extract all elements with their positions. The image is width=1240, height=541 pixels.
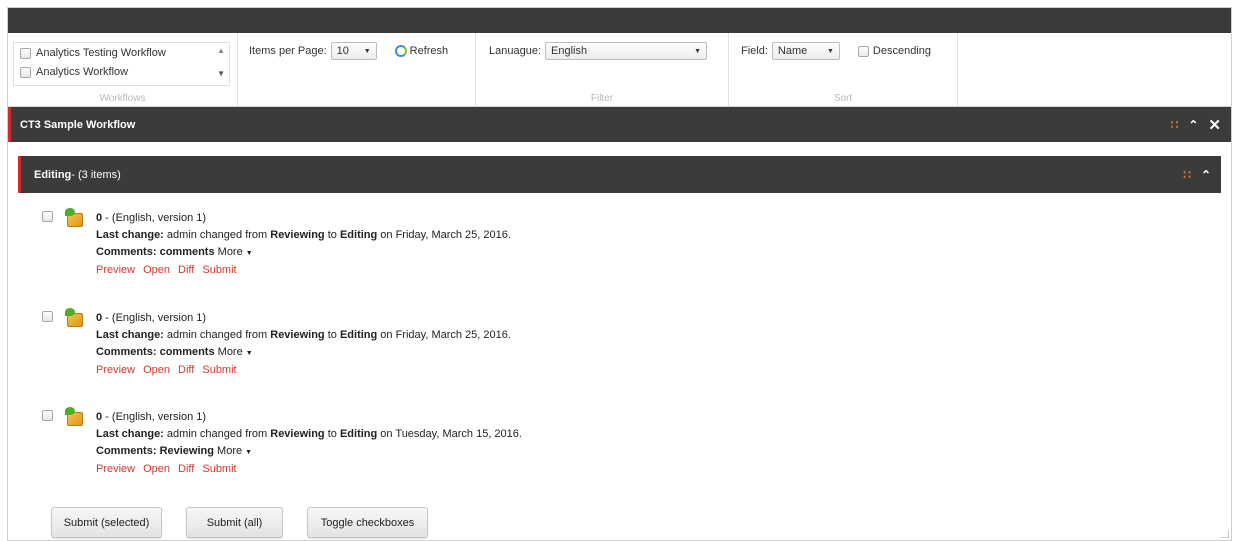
chevron-down-icon: ▼ <box>363 47 371 55</box>
item-meta: - (English, version 1) <box>102 411 207 423</box>
state-count: - (3 items) <box>71 168 121 181</box>
workflow-item[interactable]: Analytics Testing Workflow <box>14 45 229 62</box>
items-per-page-row: Items per Page: 10 ▼ Refresh <box>249 42 448 60</box>
top-bar <box>8 8 1231 33</box>
item-comments: Comments: comments More ▼ <box>96 246 253 258</box>
package-icon <box>65 208 85 228</box>
chevron-down-icon: ▼ <box>826 47 834 55</box>
open-link[interactable]: Open <box>143 364 170 376</box>
close-icon[interactable]: ✕ <box>1208 116 1221 134</box>
state-panel-controls: ∷ ⌃ <box>1183 156 1211 193</box>
state-title: Editing <box>34 168 72 181</box>
submit-link[interactable]: Submit <box>202 264 236 276</box>
rss-icon[interactable]: ∷ <box>1171 118 1179 132</box>
language-label: Lanuague: <box>489 45 541 57</box>
item-actions: Preview Open Diff Submit <box>96 262 511 279</box>
workflow-item[interactable]: Analytics Workflow <box>14 64 229 81</box>
item-last-change: Last change: admin changed from Reviewin… <box>96 329 511 341</box>
workflow-panel-controls: ∷ ⌃ ✕ <box>1171 107 1221 142</box>
state-panel-header: Editing - (3 items) ∷ ⌃ <box>18 156 1221 193</box>
sort-field-select[interactable]: Name ▼ <box>771 42 840 60</box>
paging-group: Items per Page: 10 ▼ Refresh <box>238 33 476 107</box>
diff-link[interactable]: Diff <box>178 264 194 276</box>
workflow-checkbox[interactable] <box>20 67 31 78</box>
submit-selected-button[interactable]: Submit (selected) <box>51 507 162 538</box>
sort-group: Field: Name ▼ Descending Sort <box>729 33 958 107</box>
item-title-line: 0 - (English, version 1) <box>96 210 511 227</box>
collapse-icon[interactable]: ⌃ <box>1188 118 1198 132</box>
preview-link[interactable]: Preview <box>96 463 135 475</box>
workflows-caption: Workflows <box>99 93 146 104</box>
caret-down-icon: ▼ <box>245 449 253 456</box>
more-link[interactable]: More ▼ <box>218 246 253 258</box>
chevron-down-icon: ▼ <box>694 47 701 55</box>
more-link[interactable]: More ▼ <box>217 445 252 457</box>
rss-icon[interactable]: ∷ <box>1183 168 1191 182</box>
items-per-page-value: 10 <box>336 45 349 57</box>
toggle-checkboxes-button[interactable]: Toggle checkboxes <box>307 507 428 538</box>
items-per-page-select[interactable]: 10 ▼ <box>330 42 377 60</box>
refresh-label: Refresh <box>409 45 449 57</box>
item-last-change: Last change: admin changed from Reviewin… <box>96 229 511 241</box>
item-comments: Comments: Reviewing More ▼ <box>96 445 253 457</box>
scroll-down-icon[interactable]: ▼ <box>217 69 225 78</box>
workflow-item-label: Analytics Testing Workflow <box>36 47 166 59</box>
item-checkbox[interactable] <box>42 311 53 322</box>
item-checkbox[interactable] <box>42 410 53 421</box>
item-checkbox[interactable] <box>42 211 53 222</box>
item-body: 0 - (English, version 1) Last change: ad… <box>96 409 522 478</box>
workflows-list[interactable]: Analytics Testing Workflow Analytics Wor… <box>13 42 230 86</box>
open-link[interactable]: Open <box>143 463 170 475</box>
preview-link[interactable]: Preview <box>96 264 135 276</box>
sort-field-row: Field: Name ▼ Descending <box>741 42 931 60</box>
item-meta: - (English, version 1) <box>102 212 207 224</box>
diff-link[interactable]: Diff <box>178 463 194 475</box>
workflow-panel-title: CT3 Sample Workflow <box>20 118 136 131</box>
package-icon <box>65 407 85 427</box>
language-value: English <box>551 45 588 57</box>
item-actions: Preview Open Diff Submit <box>96 461 522 478</box>
workflow-item-label: Analytics Workflow <box>36 66 129 78</box>
item-title-line: 0 - (English, version 1) <box>96 310 511 327</box>
open-link[interactable]: Open <box>143 264 170 276</box>
language-row: Lanuague: English ▼ <box>489 42 707 60</box>
sort-field-value: Name <box>777 45 808 57</box>
items-per-page-label: Items per Page: <box>249 45 327 57</box>
refresh-button[interactable]: Refresh <box>394 45 449 57</box>
workbox-window: Analytics Testing Workflow Analytics Wor… <box>7 7 1232 541</box>
descending-label: Descending <box>872 45 931 57</box>
workflow-checkbox[interactable] <box>20 48 31 59</box>
descending-checkbox[interactable] <box>857 45 869 57</box>
item-actions: Preview Open Diff Submit <box>96 362 511 379</box>
workflow-panel-header: CT3 Sample Workflow ∷ ⌃ ✕ <box>8 107 1231 142</box>
caret-down-icon: ▼ <box>245 250 253 257</box>
scroll-up-icon[interactable]: ▲ <box>217 46 225 55</box>
package-icon <box>65 308 85 328</box>
more-link[interactable]: More ▼ <box>218 346 253 358</box>
workflows-group: Analytics Testing Workflow Analytics Wor… <box>8 33 238 107</box>
item-title-line: 0 - (English, version 1) <box>96 409 522 426</box>
filter-group: Lanuague: English ▼ Filter <box>476 33 729 107</box>
refresh-icon <box>394 45 407 57</box>
item-meta: - (English, version 1) <box>102 312 207 324</box>
diff-link[interactable]: Diff <box>178 364 194 376</box>
preview-link[interactable]: Preview <box>96 364 135 376</box>
ribbon: Analytics Testing Workflow Analytics Wor… <box>8 33 1231 107</box>
sort-caption: Sort <box>833 93 853 104</box>
submit-all-button[interactable]: Submit (all) <box>186 507 283 538</box>
filter-caption: Filter <box>590 93 614 104</box>
item-comments: Comments: comments More ▼ <box>96 346 253 358</box>
language-select[interactable]: English ▼ <box>545 42 707 60</box>
sort-field-label: Field: <box>741 45 768 57</box>
resize-grip-icon[interactable] <box>1221 530 1229 538</box>
collapse-icon[interactable]: ⌃ <box>1201 168 1211 182</box>
item-body: 0 - (English, version 1) Last change: ad… <box>96 210 511 279</box>
item-last-change: Last change: admin changed from Reviewin… <box>96 428 522 440</box>
caret-down-icon: ▼ <box>245 350 253 357</box>
submit-link[interactable]: Submit <box>202 463 236 475</box>
submit-link[interactable]: Submit <box>202 364 236 376</box>
item-body: 0 - (English, version 1) Last change: ad… <box>96 310 511 379</box>
